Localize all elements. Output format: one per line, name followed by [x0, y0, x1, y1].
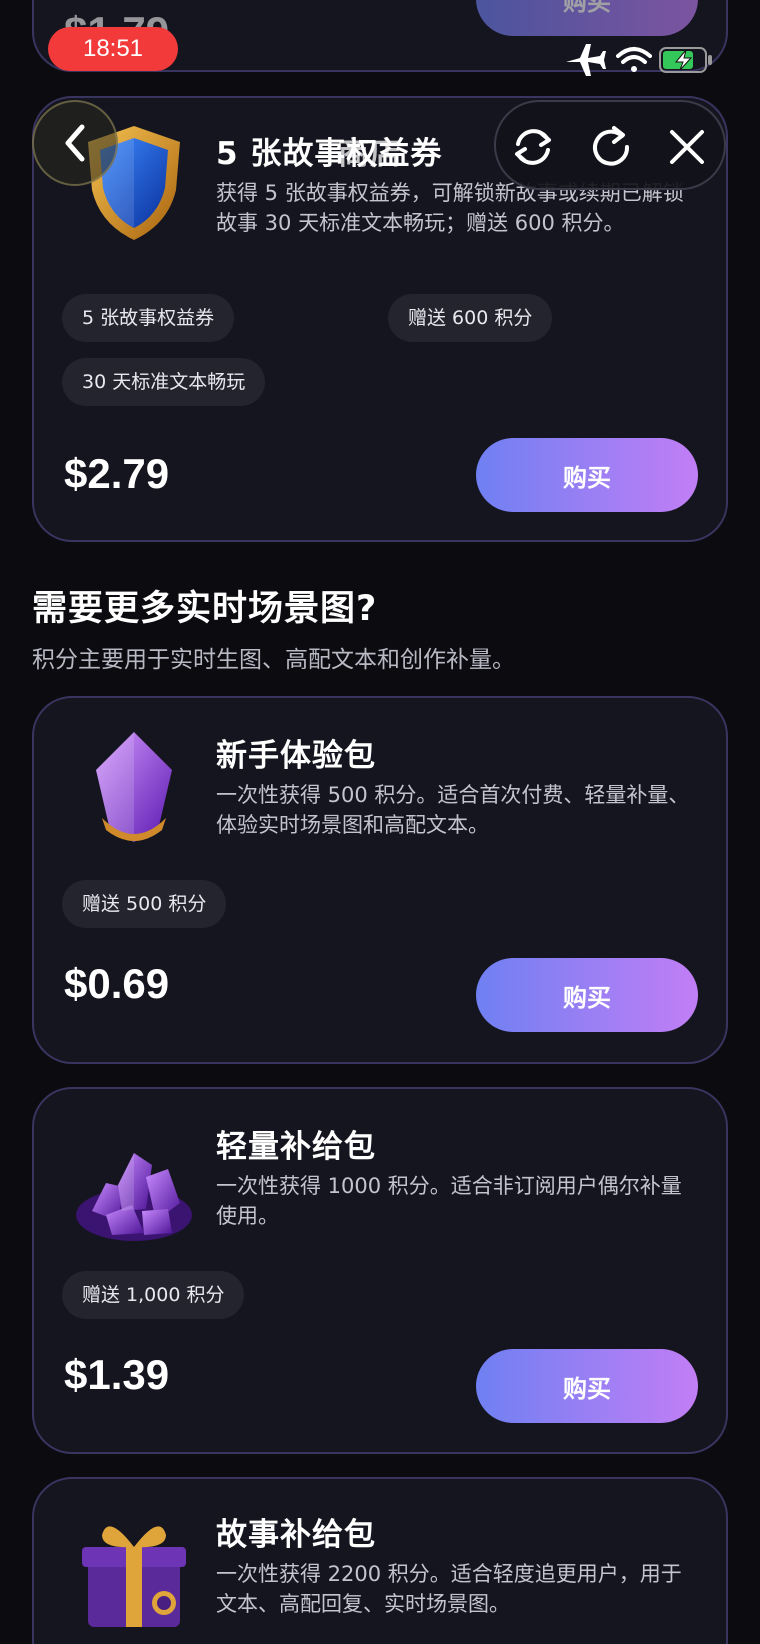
product-price: $1.39	[64, 1351, 170, 1398]
product-title: 5 张故事权益券	[216, 136, 443, 172]
crystal-pile-icon	[76, 1153, 192, 1241]
buy-button[interactable]: 购买	[476, 1349, 698, 1423]
section-title: 需要更多实时场景图?	[32, 589, 378, 629]
product-description: 一次性获得 500 积分。适合首次付费、轻量补量、体验实时场景图和高配文本。	[216, 783, 690, 837]
buy-button[interactable]: 购买	[476, 438, 698, 512]
product-price: $0.69	[64, 960, 170, 1007]
product-description: 一次性获得 2200 积分。适合轻度追更用户，用于文本、高配回复、实时场景图。	[216, 1562, 682, 1616]
store-page: $1.79 购买 5 张故事权益券 商店 获得 5 张故事权益券，可解锁新故事或…	[0, 0, 760, 1644]
back-button[interactable]	[32, 100, 118, 186]
product-title: 新手体验包	[216, 738, 376, 774]
product-card-story-pack: 故事补给包 一次性获得 2200 积分。适合轻度追更用户，用于文本、高配回复、实…	[32, 1477, 728, 1644]
gift-box-icon	[82, 1526, 186, 1627]
product-title: 故事补给包	[216, 1517, 376, 1553]
product-card-light-pack: 轻量补给包 一次性获得 1000 积分。适合非订阅用户偶尔补量使用。 赠送 1,…	[32, 1087, 728, 1454]
refresh-icon[interactable]	[586, 122, 636, 172]
product-title: 轻量补给包	[216, 1129, 376, 1165]
section-subtitle: 积分主要用于实时生图、高配文本和创作补量。	[32, 647, 515, 673]
feature-chip: 赠送 1,000 积分	[62, 1271, 245, 1319]
crystal-icon	[96, 732, 172, 842]
status-icons	[566, 44, 712, 76]
feature-chip: 5 张故事权益券	[62, 294, 235, 342]
feature-chip: 30 天标准文本畅玩	[62, 358, 266, 406]
product-card-starter-pack: 新手体验包 一次性获得 500 积分。适合首次付费、轻量补量、体验实时场景图和高…	[32, 696, 728, 1064]
product-price: $2.79	[64, 450, 170, 497]
airplane-icon	[566, 44, 606, 76]
buy-button[interactable]: 购买	[476, 0, 698, 36]
wifi-icon	[616, 47, 652, 72]
chevron-left-icon	[65, 124, 85, 162]
status-time: 18:51	[48, 27, 178, 71]
product-description: 一次性获得 1000 积分。适合非订阅用户偶尔补量使用。	[216, 1174, 682, 1228]
overlay-title: 商店	[338, 136, 402, 172]
feature-chip: 赠送 500 积分	[62, 880, 227, 928]
battery-charging-icon	[659, 47, 712, 73]
buy-button[interactable]: 购买	[476, 958, 698, 1032]
close-icon[interactable]	[662, 122, 712, 172]
sync-icon[interactable]	[508, 122, 558, 172]
window-controls	[494, 100, 726, 190]
feature-chip: 赠送 600 积分	[388, 294, 553, 342]
